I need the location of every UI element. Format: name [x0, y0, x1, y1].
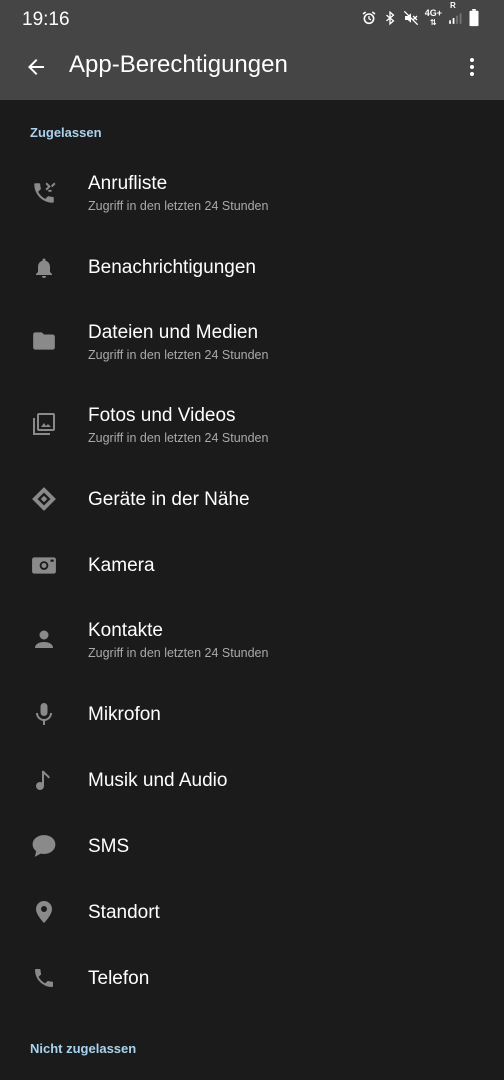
permission-item-music-audio[interactable]: Musik und Audio	[0, 748, 504, 814]
bluetooth-icon	[383, 10, 397, 26]
signal-icon: R	[448, 1, 462, 26]
section-header-not-allowed: Nicht zugelassen	[30, 1041, 137, 1056]
arrow-back-icon	[24, 55, 48, 84]
permission-label: SMS	[88, 836, 130, 857]
section-header-allowed: Zugelassen	[30, 125, 102, 140]
nearby-devices-icon	[30, 485, 58, 513]
permission-subtitle: Zugriff in den letzten 24 Stunden	[88, 431, 269, 445]
sms-icon	[30, 832, 58, 860]
permission-item-phone[interactable]: Telefon	[0, 946, 504, 1012]
folder-icon	[30, 327, 58, 355]
permission-item-notifications[interactable]: Benachrichtigungen	[0, 235, 504, 301]
app-bar: App-Berechtigungen	[0, 38, 504, 100]
contact-icon	[30, 625, 58, 653]
permission-subtitle: Zugriff in den letzten 24 Stunden	[88, 646, 269, 660]
permission-label: Musik und Audio	[88, 770, 228, 791]
microphone-icon	[30, 700, 58, 728]
permission-subtitle: Zugriff in den letzten 24 Stunden	[88, 348, 269, 362]
permission-label: Fotos und Videos	[88, 405, 236, 426]
bell-icon	[30, 254, 58, 282]
permission-label: Geräte in der Nähe	[88, 489, 250, 510]
more-options-button[interactable]	[452, 49, 492, 89]
network-indicator: 4G+ ⇅	[424, 8, 442, 28]
permission-item-location[interactable]: Standort	[0, 880, 504, 946]
permission-item-photos-videos[interactable]: Fotos und Videos Zugriff in den letzten …	[0, 384, 504, 467]
camera-icon	[30, 551, 58, 579]
photos-icon	[30, 410, 58, 438]
status-icons: 4G+ ⇅ R	[361, 1, 480, 28]
permission-label: Standort	[88, 902, 160, 923]
mute-icon	[403, 10, 419, 26]
permission-label: Telefon	[88, 968, 150, 989]
alarm-icon	[361, 10, 377, 26]
location-icon	[30, 898, 58, 926]
more-vert-icon	[460, 55, 484, 84]
network-type-text: 4G+	[424, 8, 442, 18]
permission-label: Anrufliste	[88, 173, 168, 194]
permission-label: Dateien und Medien	[88, 322, 259, 343]
permission-label: Benachrichtigungen	[88, 257, 256, 278]
permission-item-contacts[interactable]: Kontakte Zugriff in den letzten 24 Stund…	[0, 599, 504, 682]
permission-subtitle: Zugriff in den letzten 24 Stunden	[88, 199, 269, 213]
permission-label: Kamera	[88, 555, 155, 576]
permission-item-microphone[interactable]: Mikrofon	[0, 682, 504, 748]
status-bar: 19:16 4G+ ⇅ R	[0, 0, 504, 38]
permission-item-sms[interactable]: SMS	[0, 814, 504, 880]
call-log-icon	[30, 179, 58, 207]
battery-icon	[468, 9, 480, 27]
back-button[interactable]	[16, 49, 56, 89]
permission-item-call-log[interactable]: Anrufliste Zugriff in den letzten 24 Stu…	[0, 152, 504, 235]
permission-label: Mikrofon	[88, 704, 161, 725]
roaming-text: R	[450, 1, 456, 10]
permission-item-nearby-devices[interactable]: Geräte in der Nähe	[0, 467, 504, 533]
music-note-icon	[30, 766, 58, 794]
phone-icon	[30, 964, 58, 992]
permission-item-camera[interactable]: Kamera	[0, 533, 504, 599]
page-title: App-Berechtigungen	[69, 51, 288, 78]
status-time: 19:16	[22, 9, 70, 30]
permission-label: Kontakte	[88, 620, 163, 641]
permission-item-files-media[interactable]: Dateien und Medien Zugriff in den letzte…	[0, 301, 504, 384]
